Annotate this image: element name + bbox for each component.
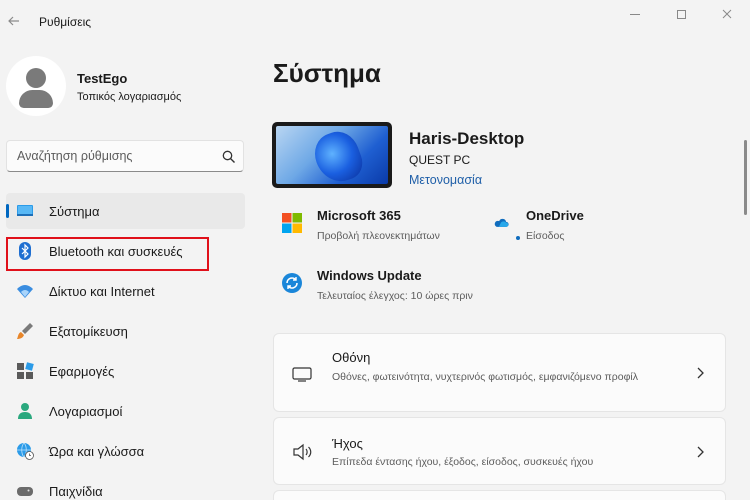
speaker-icon — [293, 443, 312, 461]
windows-bloom-graphic — [308, 126, 368, 184]
chevron-right-icon — [697, 367, 704, 379]
wifi-icon — [17, 285, 33, 298]
sidebar-item-bluetooth[interactable]: Bluetooth και συσκευές — [6, 233, 245, 269]
quick-link-onedrive[interactable]: OneDrive Είσοδος — [490, 208, 630, 250]
search-placeholder: Αναζήτηση ρύθμισης — [17, 149, 133, 163]
sidebar-item-gaming[interactable]: Παιχνίδια — [6, 473, 245, 500]
gamepad-icon — [17, 487, 33, 496]
quick-link-subtitle: Είσοδος — [526, 230, 565, 242]
sidebar-item-label: Bluetooth και συσκευές — [49, 244, 183, 259]
microsoft-365-icon — [282, 213, 302, 233]
sidebar-item-apps[interactable]: Εφαρμογές — [6, 353, 245, 389]
search-input[interactable]: Αναζήτηση ρύθμισης — [6, 140, 244, 172]
profile-account-type: Τοπικός λογαριασμός — [77, 91, 182, 103]
back-button[interactable] — [6, 10, 22, 32]
monitor-icon — [292, 367, 312, 382]
card-display[interactable]: Οθόνη Οθόνες, φωτεινότητα, νυχτερινός φω… — [273, 333, 726, 412]
wallpaper-preview — [276, 126, 388, 184]
sidebar-item-network[interactable]: Δίκτυο και Internet — [6, 273, 245, 309]
quick-link-microsoft-365[interactable]: Microsoft 365 Προβολή πλεονεκτημάτων — [281, 208, 481, 250]
sidebar-item-label: Ώρα και γλώσσα — [49, 444, 145, 459]
quick-link-subtitle: Προβολή πλεονεκτημάτων — [317, 230, 440, 242]
sidebar-item-label: Εφαρμογές — [49, 364, 115, 379]
minimize-icon — [630, 13, 640, 15]
sidebar-item-label: Δίκτυο και Internet — [49, 284, 155, 299]
quick-link-subtitle: Τελευταίος έλεγχος: 10 ώρες πριν — [317, 290, 473, 302]
apps-icon — [17, 362, 34, 379]
search-icon[interactable] — [221, 149, 237, 165]
card-description: Επίπεδα έντασης ήχου, έξοδος, είσοδος, σ… — [332, 456, 594, 468]
title-bar: Ρυθμίσεις — [0, 0, 750, 44]
sidebar-item-label: Εξατομίκευση — [49, 324, 128, 339]
profile-name: TestEgo — [77, 71, 128, 86]
card-title: Οθόνη — [332, 350, 371, 365]
maximize-icon — [676, 9, 686, 19]
app-title: Ρυθμίσεις — [39, 15, 92, 29]
bluetooth-icon — [19, 242, 31, 260]
device-name: Haris-Desktop — [409, 129, 525, 148]
sidebar-item-label: Παιχνίδια — [49, 484, 103, 499]
rename-link[interactable]: Μετονομασία — [409, 173, 482, 187]
onedrive-icon — [494, 218, 509, 227]
card-title: Ήχος — [332, 436, 363, 451]
account-icon — [18, 403, 32, 419]
scrollbar-thumb[interactable] — [744, 140, 747, 215]
sidebar-nav: Σύστημα Bluetooth και συσκευές Δίκτυο κα… — [6, 193, 246, 500]
close-icon — [722, 9, 732, 19]
card-description: Οθόνες, φωτεινότητα, νυχτερινός φωτισμός… — [332, 371, 638, 383]
quick-link-title: Windows Update — [317, 268, 422, 283]
brush-icon — [17, 323, 33, 339]
page-title: Σύστημα — [273, 58, 381, 88]
sidebar-item-label: Λογαριασμοί — [49, 404, 123, 419]
quick-link-title: Microsoft 365 — [317, 208, 401, 223]
status-dot — [516, 236, 520, 240]
system-icon — [17, 205, 33, 216]
device-model: QUEST PC — [409, 153, 471, 167]
minimize-button[interactable] — [612, 4, 658, 24]
avatar-head — [26, 68, 46, 88]
active-indicator — [6, 204, 9, 218]
card-sound[interactable]: Ήχος Επίπεδα έντασης ήχου, έξοδος, είσοδ… — [273, 417, 726, 485]
arrow-left-icon — [8, 16, 19, 26]
avatar-body — [19, 90, 53, 108]
avatar — [6, 56, 66, 116]
close-button[interactable] — [704, 4, 750, 24]
sidebar-item-time-language[interactable]: Ώρα και γλώσσα — [6, 433, 245, 469]
quick-link-windows-update[interactable]: Windows Update Τελευταίος έλεγχος: 10 ώρ… — [281, 268, 521, 310]
sidebar-item-accounts[interactable]: Λογαριασμοί — [6, 393, 245, 429]
globe-clock-icon — [17, 442, 34, 460]
user-profile[interactable]: TestEgo Τοπικός λογαριασμός — [6, 54, 246, 116]
maximize-button[interactable] — [658, 4, 704, 24]
chevron-right-icon — [697, 446, 704, 458]
sidebar-item-system[interactable]: Σύστημα — [6, 193, 245, 229]
quick-link-title: OneDrive — [526, 208, 584, 223]
windows-update-icon — [282, 273, 302, 293]
sidebar-item-personalization[interactable]: Εξατομίκευση — [6, 313, 245, 349]
card-next[interactable] — [273, 490, 726, 500]
sidebar-item-label: Σύστημα — [49, 204, 100, 219]
device-thumbnail — [272, 122, 392, 188]
